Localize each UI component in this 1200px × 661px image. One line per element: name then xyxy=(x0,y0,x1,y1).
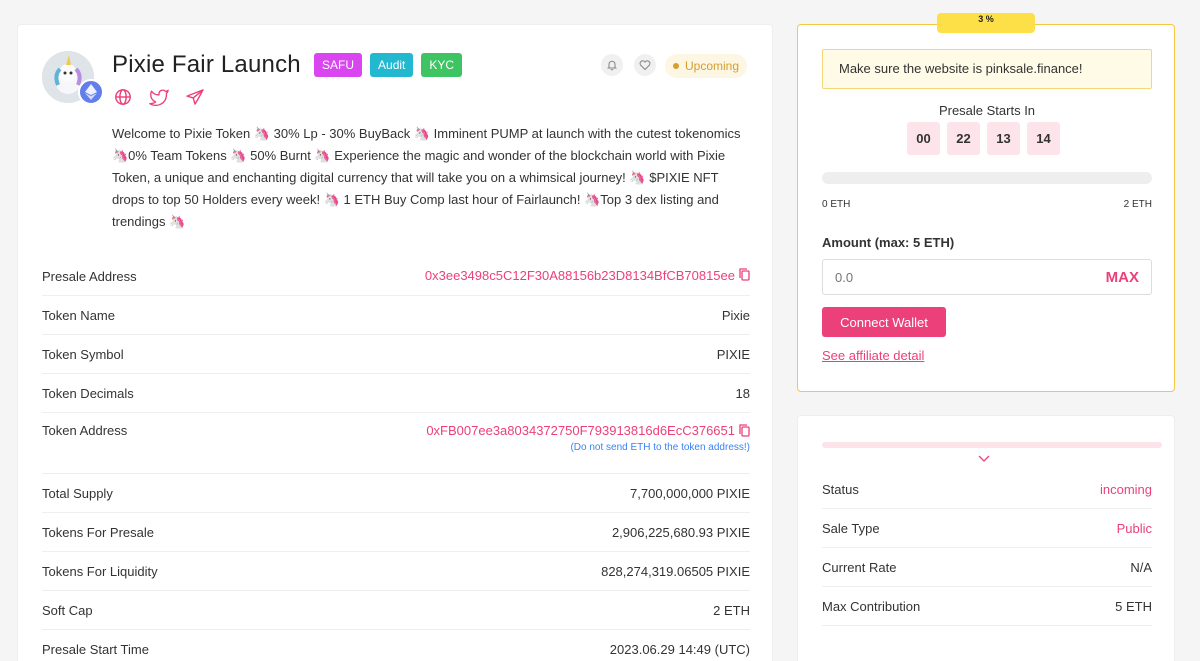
table-row: Status incoming xyxy=(822,470,1152,509)
social-links xyxy=(112,87,206,107)
row-value: 2,906,225,680.93 PIXIE xyxy=(611,524,750,540)
table-row: Soft Cap 2 ETH xyxy=(42,591,750,630)
twitter-icon[interactable] xyxy=(148,87,170,107)
row-label: Status xyxy=(822,481,859,497)
notify-bell-button[interactable] xyxy=(601,54,623,76)
details-table: Presale Address 0x3ee3498c5C12F30A88156b… xyxy=(42,257,750,661)
row-label: Presale Start Time xyxy=(42,641,149,657)
row-value: 5 ETH xyxy=(1115,598,1152,614)
progress-labels: 0 ETH 2 ETH xyxy=(822,199,1152,210)
row-label: Max Contribution xyxy=(822,598,921,614)
table-row: Presale Address 0x3ee3498c5C12F30A88156b… xyxy=(42,257,750,296)
copy-icon[interactable] xyxy=(739,423,750,440)
presale-starts-label: Presale Starts In xyxy=(938,103,1036,118)
presale-details-card: Pixie Fair Launch SAFU Audit KYC Upcomin… xyxy=(17,24,773,661)
table-row: Sale Type Public xyxy=(822,509,1152,548)
row-label: Token Address xyxy=(42,423,128,438)
table-row: Token Name Pixie xyxy=(42,296,750,335)
info-divider-bar xyxy=(822,442,1162,448)
sale-status-value: incoming xyxy=(1099,481,1152,497)
row-value: 7,700,000,000 PIXIE xyxy=(630,485,750,501)
website-warning: Make sure the website is pinksale.financ… xyxy=(822,49,1152,89)
countdown-hours: 22 xyxy=(947,122,980,155)
row-label: Token Symbol xyxy=(42,346,124,362)
row-value: 2023.06.29 14:49 (UTC) xyxy=(609,641,750,657)
countdown-seconds: 14 xyxy=(1027,122,1060,155)
progress-max: 2 ETH xyxy=(1123,199,1152,210)
telegram-icon[interactable] xyxy=(184,87,206,107)
row-label: Total Supply xyxy=(42,485,113,501)
safu-badge[interactable]: SAFU xyxy=(314,53,363,77)
status-label: Upcoming xyxy=(685,59,740,73)
row-label: Soft Cap xyxy=(42,602,93,618)
row-value: 828,274,319.06505 PIXIE xyxy=(601,563,750,579)
table-row: Token Address 0xFB007ee3a8034372750F7939… xyxy=(42,413,750,474)
heart-icon xyxy=(639,60,651,71)
row-value: PIXIE xyxy=(716,346,750,362)
countdown-minutes: 13 xyxy=(987,122,1020,155)
row-label: Token Name xyxy=(42,307,115,323)
table-row: Tokens For Liquidity 828,274,319.06505 P… xyxy=(42,552,750,591)
favorite-button[interactable] xyxy=(634,54,656,76)
row-label: Presale Address xyxy=(42,268,137,284)
table-row: Current Rate N/A xyxy=(822,548,1152,587)
audit-badge[interactable]: Audit xyxy=(370,53,414,77)
max-button[interactable]: MAX xyxy=(1106,269,1139,286)
presale-address-link[interactable]: 0x3ee3498c5C12F30A88156b23D8134BfCB70815… xyxy=(425,268,750,285)
row-label: Sale Type xyxy=(822,520,880,536)
row-label: Tokens For Liquidity xyxy=(42,563,158,579)
page-title: Pixie Fair Launch xyxy=(112,51,301,78)
presale-purchase-card: 3 % Make sure the website is pinksale.fi… xyxy=(797,13,1175,392)
row-label: Tokens For Presale xyxy=(42,524,154,540)
row-value: N/A xyxy=(1130,559,1152,575)
amount-input[interactable] xyxy=(835,269,1035,285)
countdown-days: 00 xyxy=(907,122,940,155)
row-value: Pixie xyxy=(721,307,750,323)
table-row: Token Symbol PIXIE xyxy=(42,335,750,374)
table-row: Max Contribution 5 ETH xyxy=(822,587,1152,626)
connect-wallet-button[interactable]: Connect Wallet xyxy=(822,307,946,337)
amount-label: Amount (max: 5 ETH) xyxy=(822,235,955,250)
chevron-down-icon[interactable] xyxy=(977,450,991,468)
kyc-badge[interactable]: KYC xyxy=(421,53,463,77)
row-label: Token Decimals xyxy=(42,385,134,401)
sale-type-value: Public xyxy=(1116,520,1152,536)
token-address-warning: (Do not send ETH to the token address!) xyxy=(570,441,750,453)
project-description: Welcome to Pixie Token 🦄 30% Lp - 30% Bu… xyxy=(112,126,741,229)
status-badge: Upcoming xyxy=(665,54,748,78)
token-address-link[interactable]: 0xFB007ee3a8034372750F793913816d6EcC3766… xyxy=(426,423,750,438)
token-logo xyxy=(42,51,104,105)
copy-icon[interactable] xyxy=(739,268,750,284)
row-value: 2 ETH xyxy=(713,602,750,618)
sale-info-card: Status incoming Sale Type Public Current… xyxy=(797,415,1175,661)
countdown-timer: 00 22 13 14 xyxy=(907,122,1060,155)
row-label: Current Rate xyxy=(822,559,897,575)
table-row: Tokens For Presale 2,906,225,680.93 PIXI… xyxy=(42,513,750,552)
sale-info-table: Status incoming Sale Type Public Current… xyxy=(822,470,1152,626)
table-row: Token Decimals 18 xyxy=(42,374,750,413)
percent-tab: 3 % xyxy=(937,13,1035,33)
table-row: Total Supply 7,700,000,000 PIXIE xyxy=(42,474,750,513)
website-globe-icon[interactable] xyxy=(112,87,134,107)
status-dot xyxy=(673,63,679,69)
ethereum-chain-icon xyxy=(78,79,104,105)
badge-group: SAFU Audit KYC xyxy=(314,53,463,77)
table-row: Presale Start Time 2023.06.29 14:49 (UTC… xyxy=(42,630,750,661)
progress-bar xyxy=(822,172,1152,184)
progress-min: 0 ETH xyxy=(822,199,851,210)
bell-icon xyxy=(606,60,618,71)
row-value: 18 xyxy=(735,385,750,401)
amount-field: MAX xyxy=(822,259,1152,295)
affiliate-detail-link[interactable]: See affiliate detail xyxy=(822,348,924,363)
